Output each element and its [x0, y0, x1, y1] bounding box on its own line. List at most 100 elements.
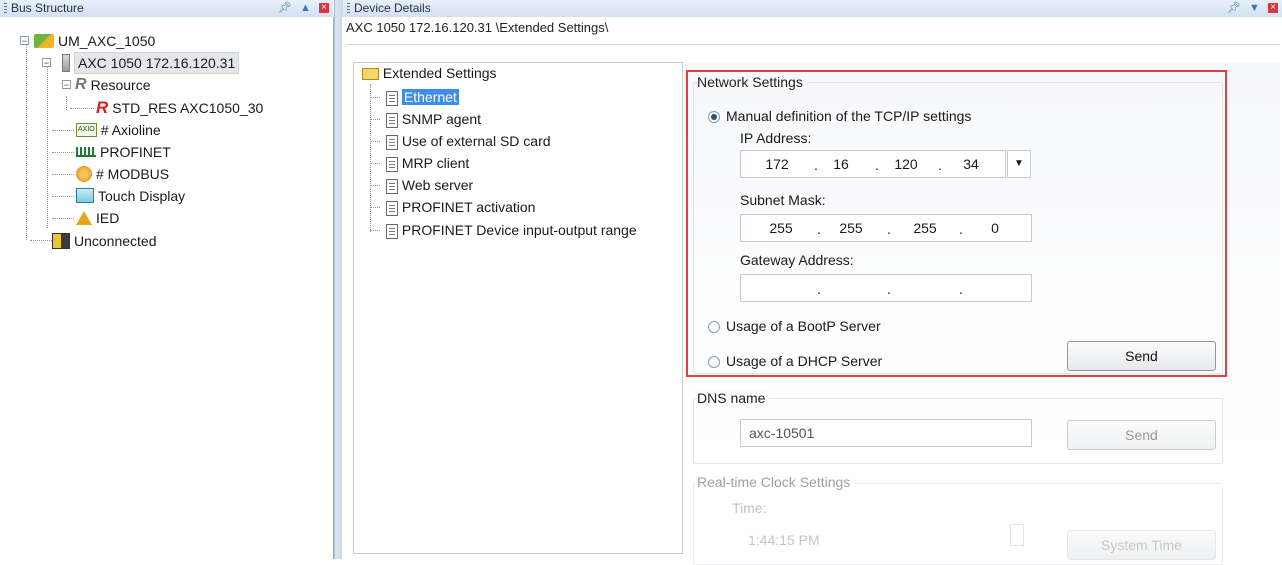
collapse-resource-toggle[interactable]: − [62, 80, 71, 90]
document-icon [386, 178, 398, 194]
settings-item-profinet-range[interactable]: PROFINET Device input-output range [386, 219, 637, 241]
manual-label: Manual definition of the TCP/IP settings [726, 108, 972, 124]
settings-item-label: SNMP agent [401, 111, 482, 127]
ip-octet-4: 34 [963, 156, 979, 172]
ip-address-field[interactable]: 172 . 16 . 120 . 34 [740, 150, 1006, 178]
tree-node-ied[interactable]: IED [76, 207, 119, 227]
tree-node-std-res[interactable]: R STD_RES AXC1050_30 [96, 97, 263, 117]
breadcrumb: AXC 1050 172.16.120.31 \Extended Setting… [346, 17, 1280, 45]
close-icon[interactable]: × [1268, 3, 1278, 14]
document-icon [386, 223, 398, 239]
ip-address-label: IP Address: [740, 130, 812, 146]
close-icon[interactable]: × [319, 3, 329, 14]
subnet-mask-label: Subnet Mask: [740, 192, 826, 208]
document-icon [386, 112, 398, 128]
ip-octet-1: 172 [765, 156, 789, 172]
dns-name-value: axc-10501 [749, 425, 815, 441]
dns-name-title: DNS name [697, 390, 770, 406]
project-icon [34, 33, 54, 48]
bootp-radio-row[interactable]: Usage of a BootP Server [708, 318, 881, 334]
settings-item-label: PROFINET activation [401, 199, 536, 215]
subnet-octet-4: 0 [991, 220, 999, 236]
unconnected-icon [52, 232, 70, 249]
system-time-button[interactable]: System Time [1067, 530, 1216, 560]
settings-item-mrp[interactable]: MRP client [386, 152, 469, 174]
manual-radio-row[interactable]: Manual definition of the TCP/IP settings [708, 108, 971, 124]
settings-item-label: Ethernet [401, 89, 459, 105]
chevron-down-icon: ▼ [1014, 158, 1024, 169]
grip-icon[interactable] [347, 3, 350, 15]
settings-item-ethernet[interactable]: Ethernet [386, 86, 459, 108]
document-icon [386, 90, 398, 106]
subnet-octet-2: 255 [839, 220, 863, 236]
gateway-address-label: Gateway Address: [740, 252, 854, 268]
settings-item-label: Web server [401, 177, 474, 193]
folder-icon [362, 68, 379, 81]
grip-icon[interactable] [4, 3, 7, 15]
settings-item-label: MRP client [401, 155, 470, 171]
document-icon [386, 156, 398, 172]
settings-item-sd-card[interactable]: Use of external SD card [386, 130, 551, 152]
bootp-radio[interactable] [708, 321, 720, 334]
tree-node-root[interactable]: UM_AXC_1050 [34, 30, 155, 50]
tree-node-modbus[interactable]: # MODBUS [76, 163, 169, 183]
root-label: UM_AXC_1050 [58, 32, 156, 49]
resource-r-icon: R [75, 75, 87, 93]
tree-node-profinet[interactable]: PROFINET [76, 141, 171, 161]
gateway-address-field[interactable]: . . . [740, 274, 1032, 302]
rtc-spin-button[interactable] [1010, 524, 1024, 546]
collapse-root-toggle[interactable]: − [20, 36, 29, 46]
modbus-icon [76, 165, 92, 182]
settings-item-label: PROFINET Device input-output range [401, 222, 637, 238]
settings-tree-root[interactable]: Extended Settings [362, 62, 497, 84]
controller-icon [62, 54, 70, 72]
profinet-icon [76, 146, 96, 157]
axio-icon: AXIO [76, 122, 97, 137]
warning-icon [76, 210, 92, 225]
touch-display-icon [76, 188, 94, 204]
ied-label: IED [96, 209, 120, 226]
dns-send-button[interactable]: Send [1067, 420, 1216, 450]
rtc-time-value: 1:44:15 PM [748, 532, 820, 548]
tree-node-unconnected[interactable]: Unconnected [52, 230, 157, 250]
ip-dropdown-button[interactable]: ▼ [1007, 150, 1031, 178]
subnet-octet-1: 255 [769, 220, 793, 236]
bootp-label: Usage of a BootP Server [726, 318, 881, 334]
document-icon [386, 134, 398, 150]
tree-node-axioline[interactable]: AXIO # Axioline [76, 119, 161, 139]
subnet-octet-3: 255 [913, 220, 937, 236]
tree-node-touch-display[interactable]: Touch Display [76, 185, 185, 205]
settings-item-web-server[interactable]: Web server [386, 174, 473, 196]
dhcp-radio-row[interactable]: Usage of a DHCP Server [708, 353, 882, 369]
profinet-label: PROFINET [100, 143, 171, 160]
std-res-r-icon: R [96, 97, 109, 117]
collapse-device-toggle[interactable]: − [42, 58, 51, 68]
bus-structure-title: Bus Structure [11, 1, 84, 15]
tree-node-device[interactable]: AXC 1050 172.16.120.31 [62, 52, 240, 74]
subnet-mask-field[interactable]: 255 . 255 . 255 . 0 [740, 214, 1032, 242]
dhcp-radio[interactable] [708, 356, 720, 369]
std-res-label: STD_RES AXC1050_30 [112, 99, 264, 116]
dns-name-field[interactable]: axc-10501 [740, 419, 1032, 447]
modbus-label: # MODBUS [96, 165, 170, 182]
settings-item-label: Use of external SD card [401, 133, 551, 149]
settings-item-profinet-activation[interactable]: PROFINET activation [386, 196, 535, 218]
pin-icon[interactable]: 📌︎ [278, 2, 292, 14]
settings-root-label: Extended Settings [382, 65, 497, 81]
arrow-up-icon[interactable]: ▲ [300, 2, 311, 14]
pin-icon[interactable]: 📌︎ [1227, 2, 1241, 14]
manual-radio[interactable] [708, 111, 720, 124]
network-send-button[interactable]: Send [1067, 341, 1216, 371]
ip-octet-3: 120 [894, 156, 918, 172]
device-details-title: Device Details [354, 1, 431, 15]
arrow-down-icon[interactable]: ▼ [1249, 2, 1260, 14]
rtc-title: Real-time Clock Settings [697, 474, 855, 490]
settings-item-snmp[interactable]: SNMP agent [386, 108, 481, 130]
device-details-header: Device Details 📌︎ ▼ × [343, 0, 1282, 18]
tree-node-resource[interactable]: R Resource [75, 74, 150, 94]
axioline-label: # Axioline [100, 121, 161, 138]
dhcp-label: Usage of a DHCP Server [726, 353, 883, 369]
touch-display-label: Touch Display [98, 187, 186, 204]
unconnected-label: Unconnected [74, 232, 157, 249]
resource-label: Resource [90, 76, 151, 93]
